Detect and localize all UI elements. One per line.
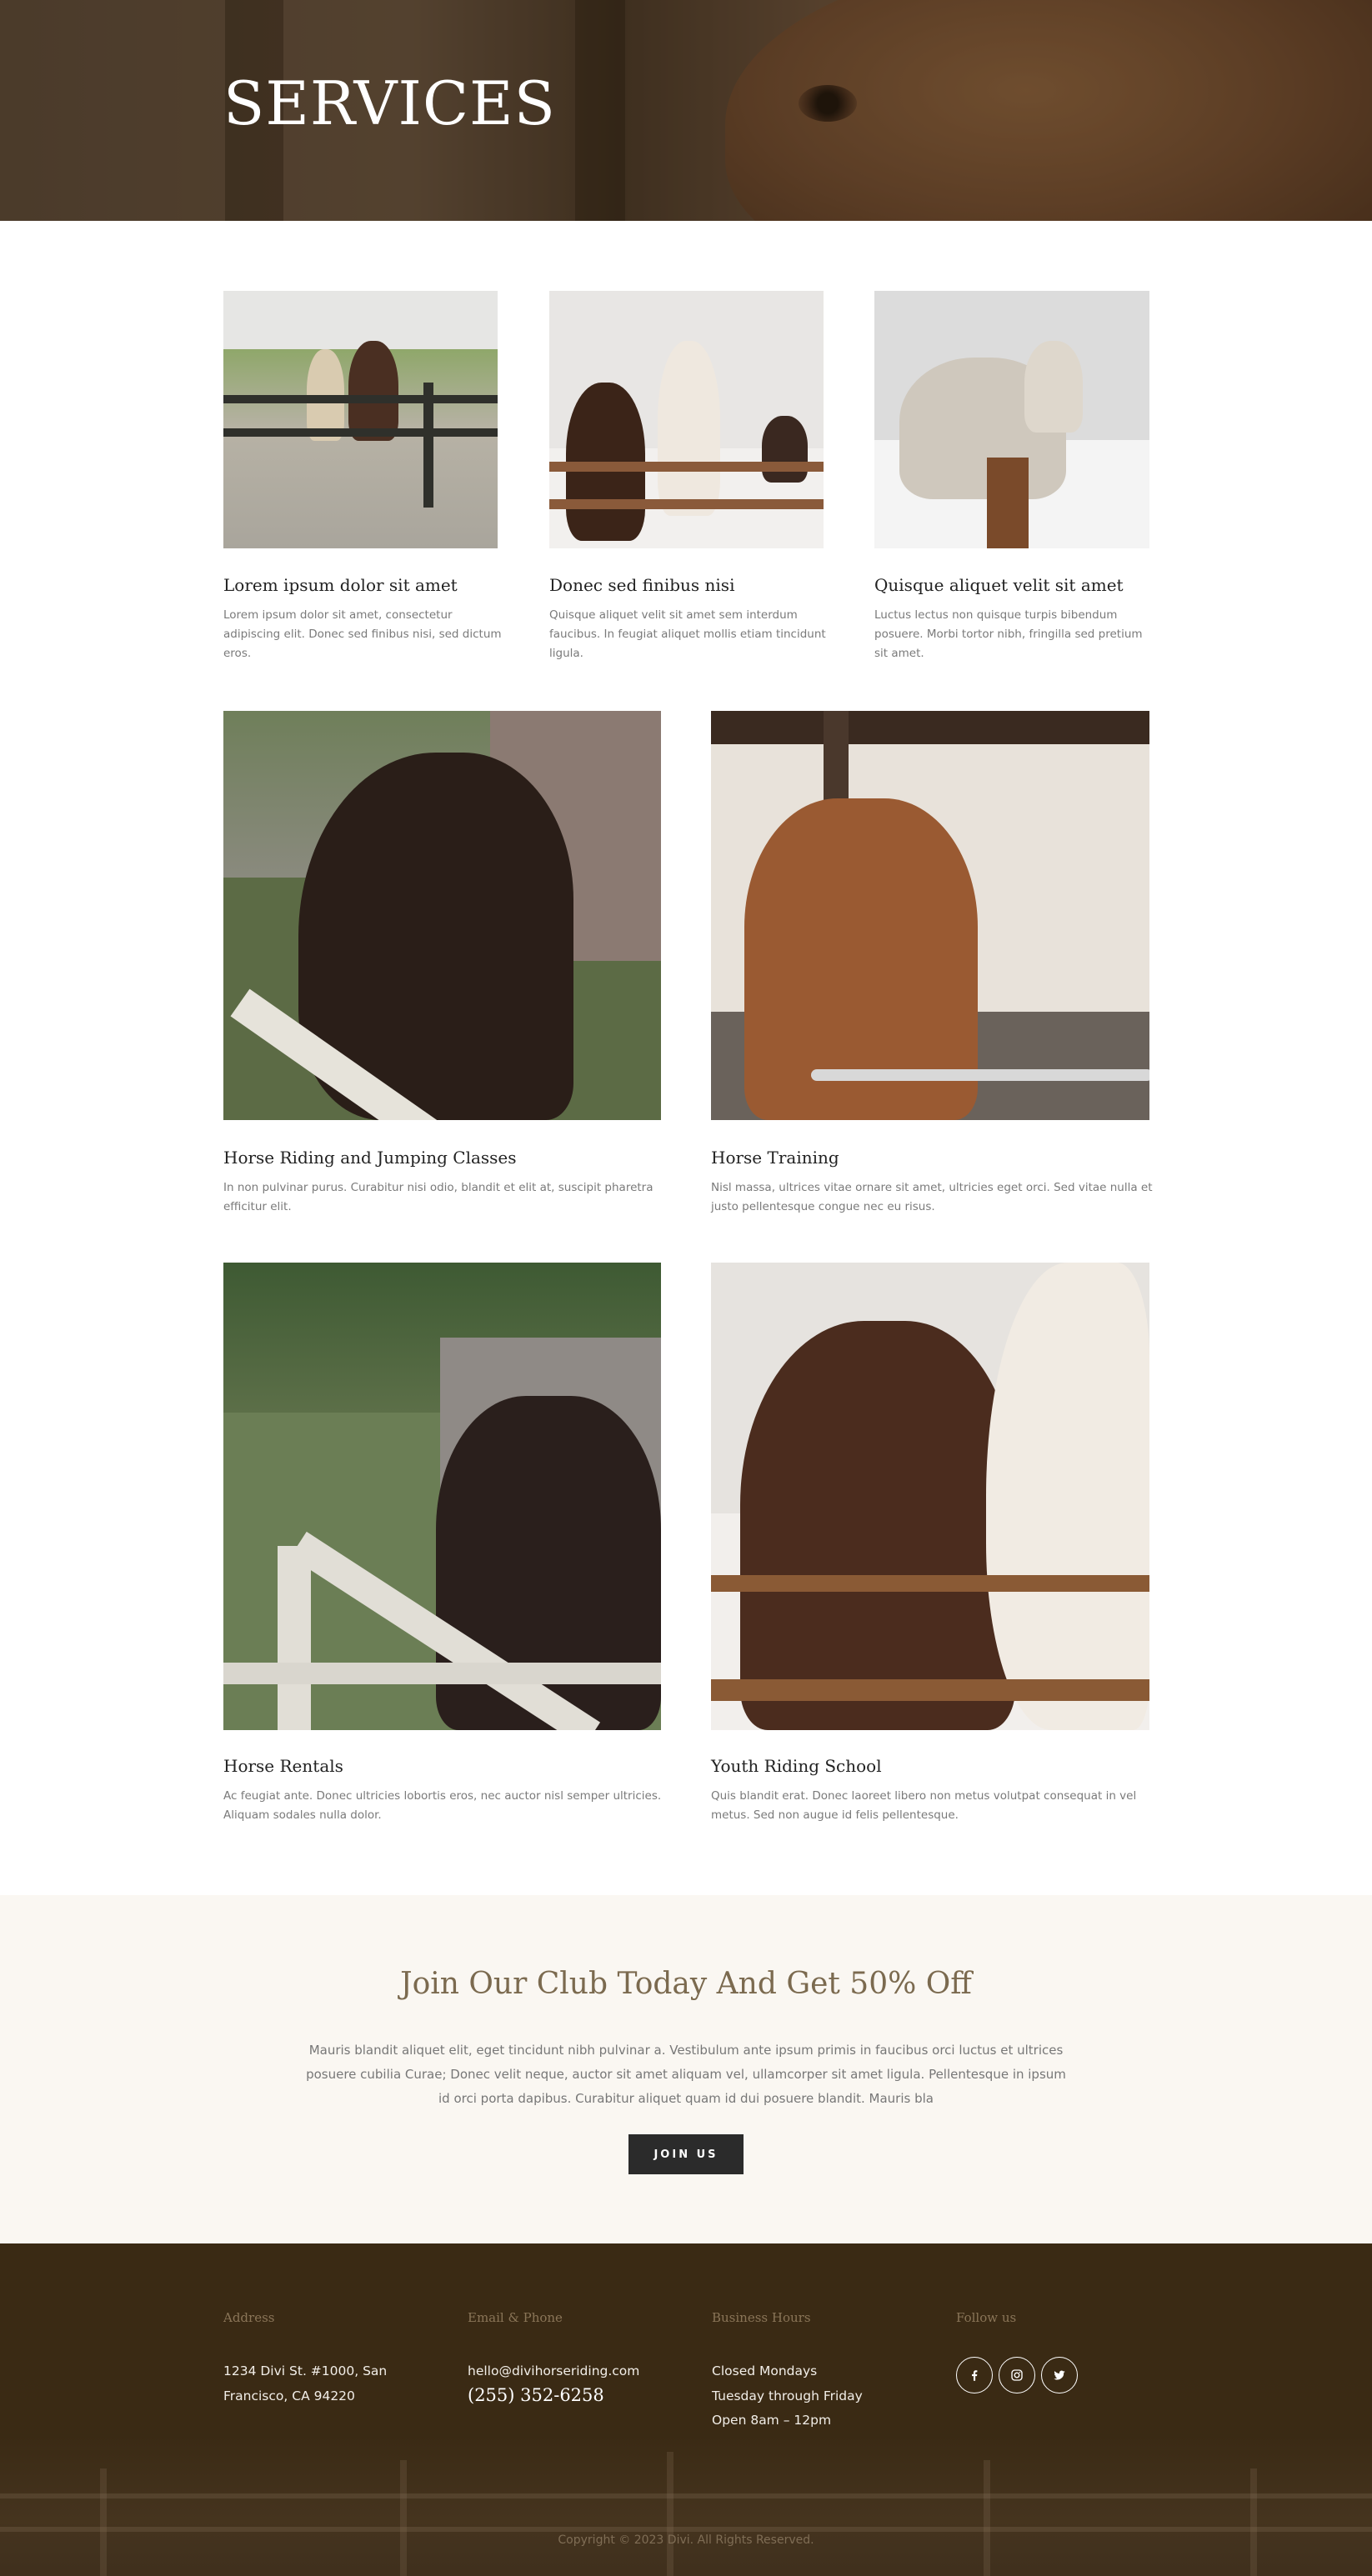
- footer-fence-rail: [0, 2493, 1372, 2498]
- service-description: Quis blandit erat. Donec laoreet libero …: [711, 1789, 1137, 1822]
- cta-section: Join Our Club Today And Get 50% Off Maur…: [0, 1895, 1372, 2243]
- cta-description: Mauris blandit aliquet elit, eget tincid…: [306, 2043, 1066, 2106]
- hours-heading: Business Hours: [712, 2310, 811, 2325]
- hero-overlay: [0, 0, 1372, 221]
- service-title: Horse Training: [711, 1148, 839, 1168]
- facebook-icon: [972, 2370, 978, 2381]
- service-description: Lorem ipsum dolor sit amet, consectetur a…: [223, 608, 502, 660]
- instagram-icon: [1011, 2369, 1023, 2381]
- page-title: SERVICES: [223, 68, 556, 138]
- service-title: Horse Rentals: [223, 1756, 343, 1776]
- service-description: Nisl massa, ultrices vitae ornare sit am…: [711, 1181, 1153, 1213]
- instagram-link[interactable]: [999, 2357, 1035, 2393]
- footer-fence-post: [984, 2460, 990, 2576]
- cta-title: Join Our Club Today And Get 50% Off: [400, 1967, 972, 2001]
- footer-fence-post: [100, 2468, 107, 2576]
- address-line: 1234 Divi St. #1000, San: [223, 2363, 388, 2378]
- hero-banner: SERVICES: [0, 0, 1372, 221]
- facebook-link[interactable]: [956, 2357, 993, 2393]
- service-image: [874, 291, 1149, 548]
- footer-background-image: [0, 2434, 1372, 2576]
- hours-line: Open 8am – 12pm: [712, 2413, 832, 2428]
- twitter-link[interactable]: [1041, 2357, 1078, 2393]
- service-title: Lorem ipsum dolor sit amet: [223, 575, 458, 595]
- service-image: [223, 291, 498, 548]
- contact-heading: Email & Phone: [468, 2310, 563, 2325]
- hours-line: Tuesday through Friday: [712, 2388, 863, 2403]
- phone-link[interactable]: (255) 352-6258: [468, 2385, 604, 2405]
- join-us-button[interactable]: JOIN US: [628, 2134, 744, 2174]
- footer-fence-post: [400, 2460, 407, 2576]
- copyright-text: Copyright © 2023 Divi. All Rights Reserv…: [558, 2533, 814, 2547]
- service-description: In non pulvinar purus. Curabitur nisi od…: [223, 1181, 653, 1213]
- service-description: Ac feugiat ante. Donec ultricies loborti…: [223, 1789, 662, 1822]
- hours-line: Closed Mondays: [712, 2363, 818, 2378]
- service-image: [223, 711, 661, 1120]
- service-title: Horse Riding and Jumping Classes: [223, 1148, 517, 1168]
- twitter-icon: [1054, 2370, 1065, 2380]
- footer-fence-rail: [0, 2527, 1372, 2532]
- address-heading: Address: [223, 2310, 275, 2325]
- service-title: Donec sed finibus nisi: [549, 575, 735, 595]
- service-image: [549, 291, 824, 548]
- service-description: Quisque aliquet velit sit amet sem inter…: [549, 608, 826, 660]
- follow-heading: Follow us: [956, 2310, 1017, 2325]
- address-line: Francisco, CA 94220: [223, 2388, 355, 2403]
- service-image: [223, 1263, 661, 1730]
- footer-fence-post: [667, 2452, 673, 2576]
- service-image: [711, 711, 1149, 1120]
- service-description: Luctus lectus non quisque turpis bibendu…: [874, 608, 1143, 660]
- service-title: Quisque aliquet velit sit amet: [874, 575, 1124, 595]
- footer-fence-post: [1250, 2468, 1257, 2576]
- site-footer: Address 1234 Divi St. #1000, San Francis…: [0, 2243, 1372, 2576]
- service-title: Youth Riding School: [711, 1756, 882, 1776]
- email-link[interactable]: hello@divihorseriding.com: [468, 2363, 639, 2378]
- service-image: [711, 1263, 1149, 1730]
